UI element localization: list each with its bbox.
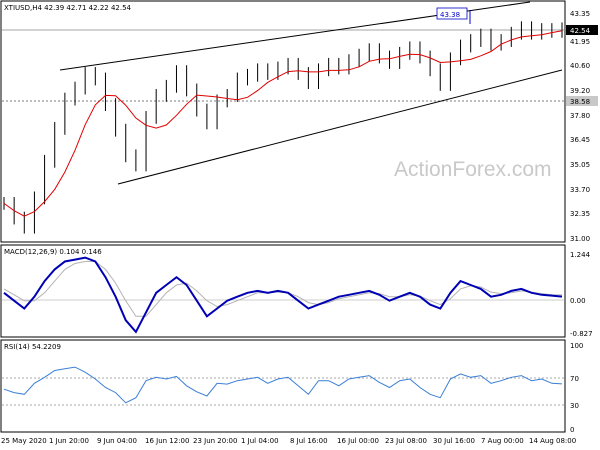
- macd-tick: 1.244: [570, 251, 591, 259]
- trading-chart[interactable]: ActionForex.com 43.38 XTIUSD,H4 42.39 42…: [0, 0, 600, 450]
- price-tick: 37.80: [570, 112, 590, 120]
- time-label: 7 Aug 00:00: [481, 437, 524, 445]
- time-label: 30 Jul 16:00: [433, 437, 475, 445]
- rsi-label: RSI(14) 54.2209: [4, 343, 61, 351]
- price-tick: 40.60: [570, 62, 590, 70]
- price-bars: [3, 21, 563, 234]
- time-label: 23 Jul 08:00: [385, 437, 427, 445]
- macd-tick: -0.827: [570, 330, 593, 338]
- price-tick: 31.00: [570, 235, 590, 243]
- time-label: 16 Jul 00:00: [337, 437, 379, 445]
- rsi-pane-frame: [0, 339, 566, 433]
- price-tick: 35.05: [570, 161, 590, 169]
- current-price-value: 42.54: [570, 27, 591, 35]
- rsi-tick: 30: [570, 402, 579, 410]
- price-tick: 32.35: [570, 210, 590, 218]
- price-tick: 39.20: [570, 87, 590, 95]
- level-price-value: 38.58: [570, 98, 590, 106]
- moving-average-line: [3, 30, 563, 217]
- rsi-tick: 100: [570, 342, 583, 350]
- price-tick: 41.95: [570, 38, 590, 46]
- price-tick: 36.45: [570, 136, 590, 144]
- time-label: 8 Jul 16:00: [290, 437, 328, 445]
- rsi-tick: 0: [570, 426, 574, 434]
- symbol-label: XTIUSD,H4 42.39 42.71 42.22 42.54: [4, 4, 132, 12]
- time-label: 9 Jun 04:00: [97, 437, 137, 445]
- high-marker-label: 43.38: [440, 11, 460, 19]
- rsi-tick: 70: [570, 375, 579, 383]
- time-label: 25 May 2020: [1, 437, 47, 445]
- price-axis: 43.35 41.95 40.60 39.20 37.80 36.45 35.0…: [570, 10, 590, 243]
- time-label: 1 Jun 20:00: [49, 437, 89, 445]
- time-label: 23 Jun 20:00: [193, 437, 237, 445]
- time-axis: 25 May 2020 1 Jun 20:00 9 Jun 04:00 16 J…: [1, 437, 576, 445]
- time-label: 14 Aug 08:00: [529, 437, 576, 445]
- rsi-line: [3, 366, 563, 404]
- macd-label: MACD(12,26,9) 0.104 0.146: [4, 248, 102, 256]
- time-label: 1 Jul 04:00: [241, 437, 279, 445]
- price-tick: 43.35: [570, 10, 590, 18]
- price-tick: 33.70: [570, 186, 590, 194]
- watermark: ActionForex.com: [394, 158, 552, 181]
- macd-line: [3, 256, 563, 334]
- macd-tick: 0.00: [570, 297, 586, 305]
- time-label: 16 Jun 12:00: [145, 437, 189, 445]
